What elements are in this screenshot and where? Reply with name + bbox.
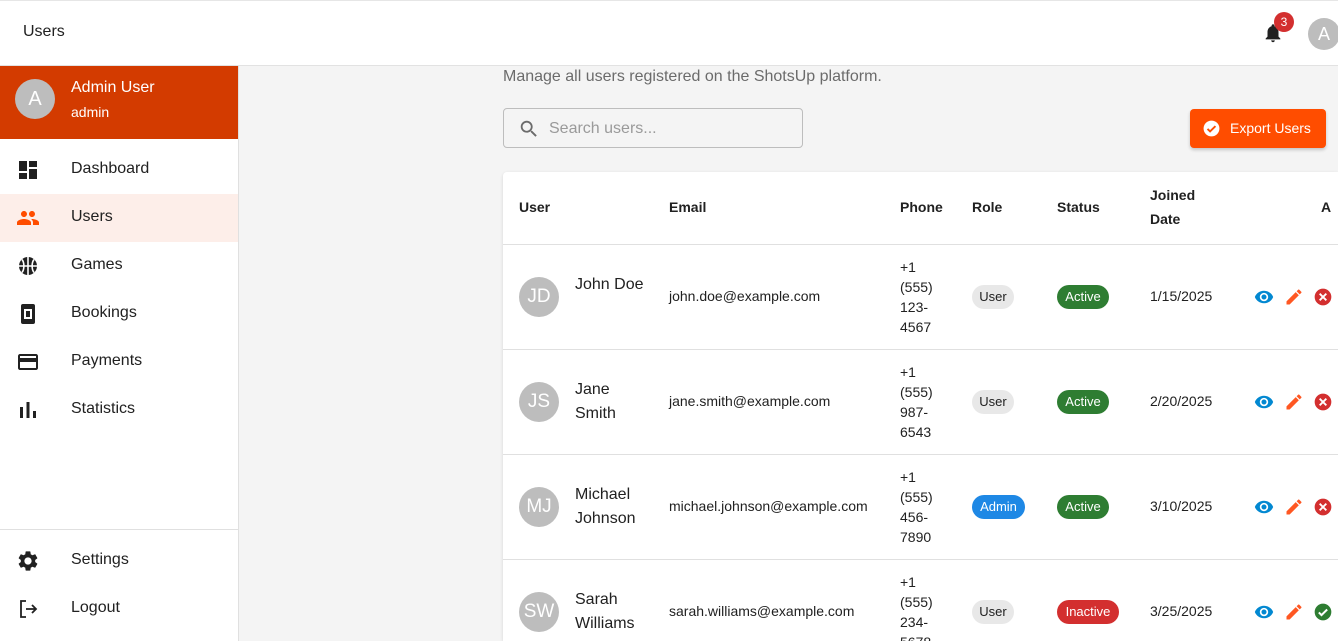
export-users-button[interactable]: Export Users bbox=[1190, 109, 1326, 148]
status-badge: Active bbox=[1057, 390, 1109, 414]
view-icon[interactable] bbox=[1254, 392, 1274, 412]
sidebar-item-label: Statistics bbox=[71, 400, 136, 417]
user-email: michael.johnson@example.com bbox=[669, 498, 868, 514]
column-header-email[interactable]: Email bbox=[669, 195, 706, 219]
column-header-joined-date: Date bbox=[1150, 211, 1181, 227]
avatar: MJ bbox=[519, 487, 559, 527]
edit-icon[interactable] bbox=[1284, 602, 1304, 622]
user-phone: +1 (555) 456-7890 bbox=[900, 469, 933, 545]
status-badge: Inactive bbox=[1057, 600, 1119, 624]
table-row: SW Sarah Williams sarah.williams@example… bbox=[503, 560, 1338, 641]
role-chip: User bbox=[972, 390, 1014, 414]
view-icon[interactable] bbox=[1254, 602, 1274, 622]
basketball-icon bbox=[19, 257, 37, 275]
table-row: JS Jane Smith jane.smith@example.com +1 … bbox=[503, 350, 1338, 455]
avatar: JD bbox=[519, 277, 559, 317]
column-header-joined[interactable]: Joined bbox=[1150, 183, 1195, 207]
profile-role: admin bbox=[71, 104, 110, 120]
sidebar-item-label: Settings bbox=[71, 551, 129, 568]
sidebar-profile: A Admin User admin bbox=[0, 66, 238, 139]
search-field[interactable] bbox=[503, 108, 803, 148]
profile-name: Admin User bbox=[71, 79, 155, 96]
role-chip: User bbox=[972, 600, 1014, 624]
profile-avatar: A bbox=[15, 79, 55, 119]
check-circle-icon bbox=[1203, 120, 1220, 137]
user-name: Sarah Williams bbox=[575, 591, 635, 632]
sidebar-item-bookings[interactable]: Bookings bbox=[0, 290, 238, 338]
sidebar-item-payments[interactable]: Payments bbox=[0, 338, 238, 386]
table-row: JD John Doe john.doe@example.com +1 (555… bbox=[503, 245, 1338, 350]
user-phone: +1 (555) 987-6543 bbox=[900, 364, 933, 440]
sidebar-item-games[interactable]: Games bbox=[0, 242, 238, 290]
view-icon[interactable] bbox=[1254, 497, 1274, 517]
activate-icon[interactable] bbox=[1313, 602, 1333, 622]
search-icon bbox=[520, 120, 537, 137]
role-chip: User bbox=[972, 285, 1014, 309]
edit-icon[interactable] bbox=[1284, 497, 1304, 517]
search-input[interactable] bbox=[549, 117, 789, 141]
gear-icon bbox=[18, 551, 38, 571]
sidebar-divider bbox=[0, 529, 238, 530]
edit-icon[interactable] bbox=[1284, 287, 1304, 307]
deactivate-icon[interactable] bbox=[1313, 392, 1333, 412]
sidebar-item-label: Bookings bbox=[71, 304, 137, 321]
column-header-user[interactable]: User bbox=[519, 195, 550, 219]
bar-chart-icon bbox=[20, 402, 36, 418]
sidebar-item-label: Users bbox=[71, 208, 113, 225]
user-name: John Doe bbox=[575, 276, 644, 293]
role-chip: Admin bbox=[972, 495, 1025, 519]
logout-icon bbox=[20, 600, 38, 618]
avatar: SW bbox=[519, 592, 559, 632]
sidebar-item-label: Games bbox=[71, 256, 123, 273]
table-row: MJ Michael Johnson michael.johnson@examp… bbox=[503, 455, 1338, 560]
edit-icon[interactable] bbox=[1284, 392, 1304, 412]
column-header-phone[interactable]: Phone bbox=[900, 195, 943, 219]
deactivate-icon[interactable] bbox=[1313, 497, 1333, 517]
avatar[interactable]: A bbox=[1308, 18, 1338, 50]
column-header-status[interactable]: Status bbox=[1057, 195, 1100, 219]
user-email: sarah.williams@example.com bbox=[669, 603, 855, 619]
user-name: Jane Smith bbox=[575, 381, 616, 422]
sidebar-item-label: Dashboard bbox=[71, 160, 150, 177]
user-email: jane.smith@example.com bbox=[669, 393, 831, 409]
table-header: User Email Phone Role Status Joined Date… bbox=[503, 172, 1338, 245]
sidebar-item-statistics[interactable]: Statistics bbox=[0, 386, 238, 434]
status-badge: Active bbox=[1057, 285, 1109, 309]
joined-date: 2/20/2025 bbox=[1150, 393, 1213, 409]
status-badge: Active bbox=[1057, 495, 1109, 519]
booking-icon bbox=[21, 304, 35, 324]
user-phone: +1 (555) 234-5678 bbox=[900, 574, 933, 641]
app-bar: Users 3 A bbox=[0, 0, 1338, 66]
credit-card-icon bbox=[18, 354, 38, 370]
sidebar-item-dashboard[interactable]: Dashboard bbox=[0, 146, 238, 194]
joined-date: 3/25/2025 bbox=[1150, 603, 1213, 619]
user-email: john.doe@example.com bbox=[669, 288, 821, 304]
page-subtitle: Manage all users registered on the Shots… bbox=[503, 68, 882, 85]
user-name: Michael Johnson bbox=[575, 486, 636, 527]
people-icon bbox=[17, 211, 39, 225]
sidebar-item-label: Payments bbox=[71, 352, 143, 369]
sidebar: A Admin User admin Dashboard Users Games… bbox=[0, 66, 239, 641]
avatar: JS bbox=[519, 382, 559, 422]
column-header-role[interactable]: Role bbox=[972, 195, 1002, 219]
sidebar-item-users[interactable]: Users bbox=[0, 194, 238, 242]
sidebar-item-label: Logout bbox=[71, 599, 120, 616]
deactivate-icon[interactable] bbox=[1313, 287, 1333, 307]
view-icon[interactable] bbox=[1254, 287, 1274, 307]
joined-date: 1/15/2025 bbox=[1150, 288, 1213, 304]
sidebar-item-settings[interactable]: Settings bbox=[0, 537, 238, 585]
page-title: Users bbox=[23, 23, 65, 40]
dashboard-icon bbox=[19, 161, 37, 179]
export-users-label: Export Users bbox=[1230, 120, 1311, 136]
user-phone: +1 (555) 123-4567 bbox=[900, 259, 933, 335]
column-header-actions: A bbox=[1321, 199, 1332, 215]
notification-badge: 3 bbox=[1274, 12, 1294, 32]
users-table: User Email Phone Role Status Joined Date… bbox=[503, 172, 1338, 641]
sidebar-item-logout[interactable]: Logout bbox=[0, 585, 238, 633]
joined-date: 3/10/2025 bbox=[1150, 498, 1213, 514]
